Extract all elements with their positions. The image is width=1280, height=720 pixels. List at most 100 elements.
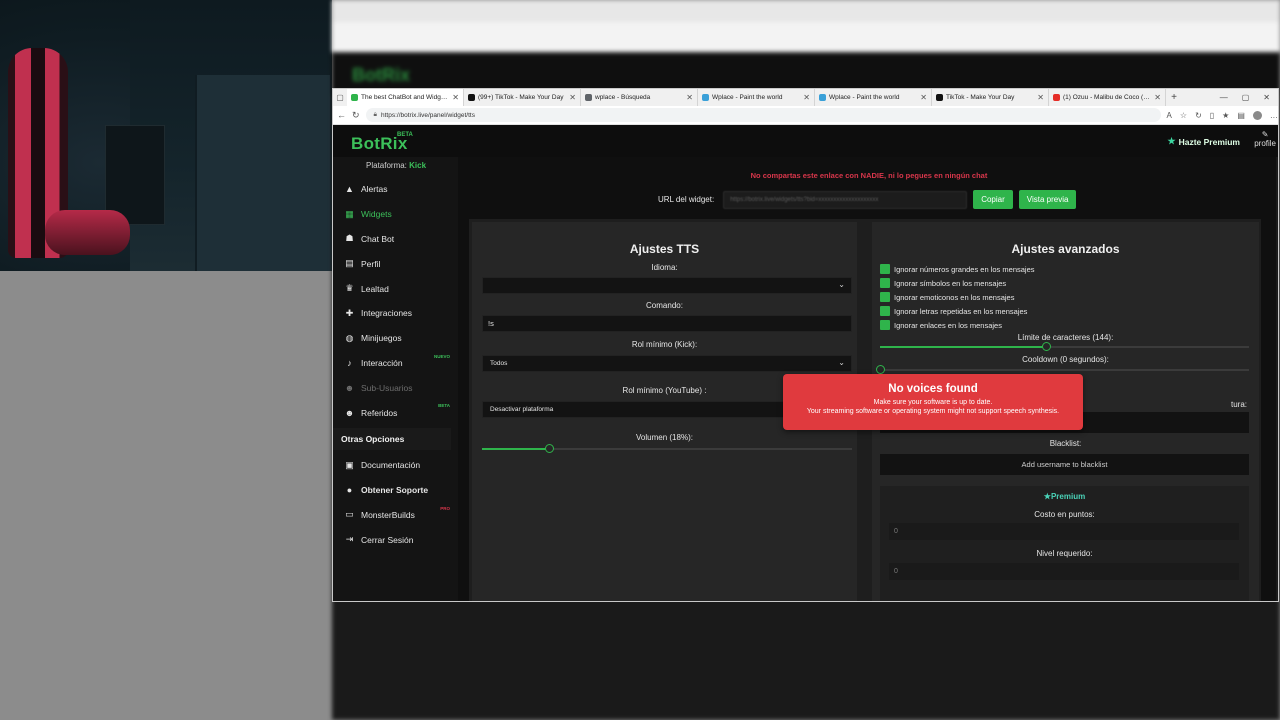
page-scrollbar[interactable] [1276,157,1278,601]
tab-title: Wplace - Paint the world [829,94,900,101]
preview-button[interactable]: Vista previa [1018,190,1077,209]
favorite-icon[interactable]: ☆ [1180,111,1187,120]
browser-tab[interactable]: wplace - Búsqueda ✕ [581,89,698,106]
warning-icon: ▲ [345,184,354,195]
maximize-icon[interactable]: ▢ [1242,93,1250,102]
sidebar-item-lealtad[interactable]: ♛ Lealtad [333,276,458,301]
sidebar-item-widgets[interactable]: ▦ Widgets [333,202,458,227]
browser-tab[interactable]: TikTok - Make Your Day ✕ [932,89,1049,106]
widget-url-input[interactable]: https://botrix.live/widgets/tts?bid=xxxx… [723,190,968,209]
sidebar-item-interacci-n[interactable]: ♪ Interacción NUEVO [333,351,458,376]
min-role-kick-label: Rol mínimo (Kick): [631,340,698,349]
tab-close-icon[interactable]: ✕ [452,93,459,102]
premium-label: Hazte Premium [1178,136,1240,147]
level-label: Nivel requerido: [1036,549,1093,558]
browser-tab[interactable]: The best ChatBot and Widgets f ✕ [347,89,464,106]
level-input[interactable]: 0 [889,563,1239,580]
chevron-down-icon: ⌄ [838,280,845,289]
sidebar-item-perfil[interactable]: ▤ Perfil [333,251,458,276]
address-bar: ← ↻ 🔒︎ https://botrix.live/panel/widget/… [333,106,1278,125]
close-window-icon[interactable]: ✕ [1263,93,1270,102]
tab-favicon-icon [351,94,358,101]
sidebar-item-label: Alertas [361,184,388,195]
cooldown-thumb[interactable] [876,365,885,374]
tab-title: (1) Ozuu - Malibu de Coco (Offi [1063,94,1152,101]
premium-button[interactable]: ★ Hazte Premium [1168,136,1241,147]
ignore-option-checkbox[interactable]: Ignorar símbolos en los mensajes [880,278,1006,288]
sidebar-item-integraciones[interactable]: ✚ Integraciones [333,301,458,326]
command-input[interactable]: !s [482,315,852,332]
favorites-icon[interactable]: ★ [1222,111,1229,120]
sidebar-item-label: Cerrar Sesión [361,534,414,545]
tab-close-icon[interactable]: ✕ [803,93,810,102]
trophy-icon: ♛ [345,283,354,294]
browser-tab[interactable]: Wplace - Paint the world ✕ [698,89,815,106]
reload-icon[interactable]: ↻ [352,110,360,121]
ignore-option-checkbox[interactable]: Ignorar letras repetidas en los mensajes [880,306,1027,316]
read-aloud-icon[interactable]: A [1167,111,1172,120]
sidebar-item-chat-bot[interactable]: ☗ Chat Bot [333,227,458,252]
tab-close-icon[interactable]: ✕ [686,93,693,102]
sidebar-item-referidos[interactable]: ☻ Referidos BETA [333,400,458,425]
language-select[interactable]: ⌄ [482,277,852,294]
profile-button[interactable]: ✎ profile [1254,130,1276,148]
collections-icon[interactable]: ▤ [1237,111,1245,120]
hidden-field-label: tura: [1230,400,1247,409]
browser-tab[interactable]: Wplace - Paint the world ✕ [815,89,932,106]
minimize-icon[interactable]: — [1220,93,1228,102]
advanced-title: Ajustes avanzados [1011,242,1120,256]
char-limit-slider[interactable] [880,342,1249,351]
checkbox-checked-icon[interactable] [880,320,890,330]
tab-close-icon[interactable]: ✕ [1154,93,1161,102]
blacklist-label: Blacklist: [1049,439,1082,448]
platform-value: Kick [409,161,427,170]
sidebar-item-label: Perfil [361,258,381,269]
min-role-kick-select[interactable]: Todos ⌄ [482,355,852,372]
volume-slider-thumb[interactable] [544,444,554,453]
checkbox-label: Ignorar enlaces en los mensajes [894,320,1002,330]
split-screen-icon[interactable]: ▯ [1210,111,1214,120]
tab-favicon-icon [936,94,943,101]
sidebar-item-monsterbuilds[interactable]: ▭ MonsterBuilds PRO [333,503,458,528]
error-toast[interactable]: No voices found Make sure your software … [783,374,1083,430]
tab-actions-icon[interactable]: ▢ [333,93,347,102]
checkbox-checked-icon[interactable] [880,264,890,274]
copy-button[interactable]: Copiar [973,190,1013,209]
cost-label: Costo en puntos: [1034,510,1095,519]
refresh-page-icon[interactable]: ↻ [1195,111,1202,120]
cooldown-slider[interactable] [876,365,1249,374]
tab-close-icon[interactable]: ✕ [569,93,576,102]
sidebar-item-minijuegos[interactable]: ◍ Minijuegos [333,326,458,351]
checkbox-checked-icon[interactable] [880,278,890,288]
back-icon[interactable]: ← [337,110,346,120]
ignore-option-checkbox[interactable]: Ignorar números grandes en los mensajes [880,264,1035,274]
checkbox-checked-icon[interactable] [880,306,890,316]
volume-slider[interactable] [482,444,852,453]
ignore-option-checkbox[interactable]: Ignorar enlaces en los mensajes [880,320,1002,330]
lock-icon: 🔒︎ [373,111,378,118]
sidebar-item-obtener-soporte[interactable]: ● Obtener Soporte [333,478,458,503]
browser-tab[interactable]: (1) Ozuu - Malibu de Coco (Offi ✕ [1049,89,1166,106]
chevron-down-icon: ⌄ [838,358,845,367]
new-tab-button[interactable]: + [1166,92,1182,103]
browser-tab[interactable]: (99+) TikTok - Make Your Day ✕ [464,89,581,106]
cost-input[interactable]: 0 [889,523,1239,540]
platform-indicator: Plataforma: Kick [366,161,427,170]
char-limit-thumb[interactable] [1042,342,1052,351]
sidebar-item-label: MonsterBuilds [361,509,415,520]
checkbox-checked-icon[interactable] [880,292,890,302]
sidebar-item-sub-usuarios[interactable]: ☻ Sub-Usuarios [333,375,458,400]
profile-label: profile [1254,139,1276,148]
gaming-chair-arm [45,210,130,255]
blacklist-input[interactable]: Add username to blacklist [880,454,1249,475]
sidebar-item-cerrar-sesi-n[interactable]: ⇥ Cerrar Sesión [333,527,458,552]
sidebar-item-documentaci-n[interactable]: ▣ Documentación [333,453,458,478]
profile-avatar-icon[interactable] [1252,110,1262,120]
sidebar-item-label: Documentación [361,460,421,471]
ignore-option-checkbox[interactable]: Ignorar emoticonos en los mensajes [880,292,1014,302]
url-field[interactable]: 🔒︎ https://botrix.live/panel/widget/tts [365,108,1161,122]
more-icon[interactable]: … [1270,111,1278,120]
tab-close-icon[interactable]: ✕ [1037,93,1044,102]
tab-close-icon[interactable]: ✕ [920,93,927,102]
sidebar-item-alertas[interactable]: ▲ Alertas [333,177,458,202]
